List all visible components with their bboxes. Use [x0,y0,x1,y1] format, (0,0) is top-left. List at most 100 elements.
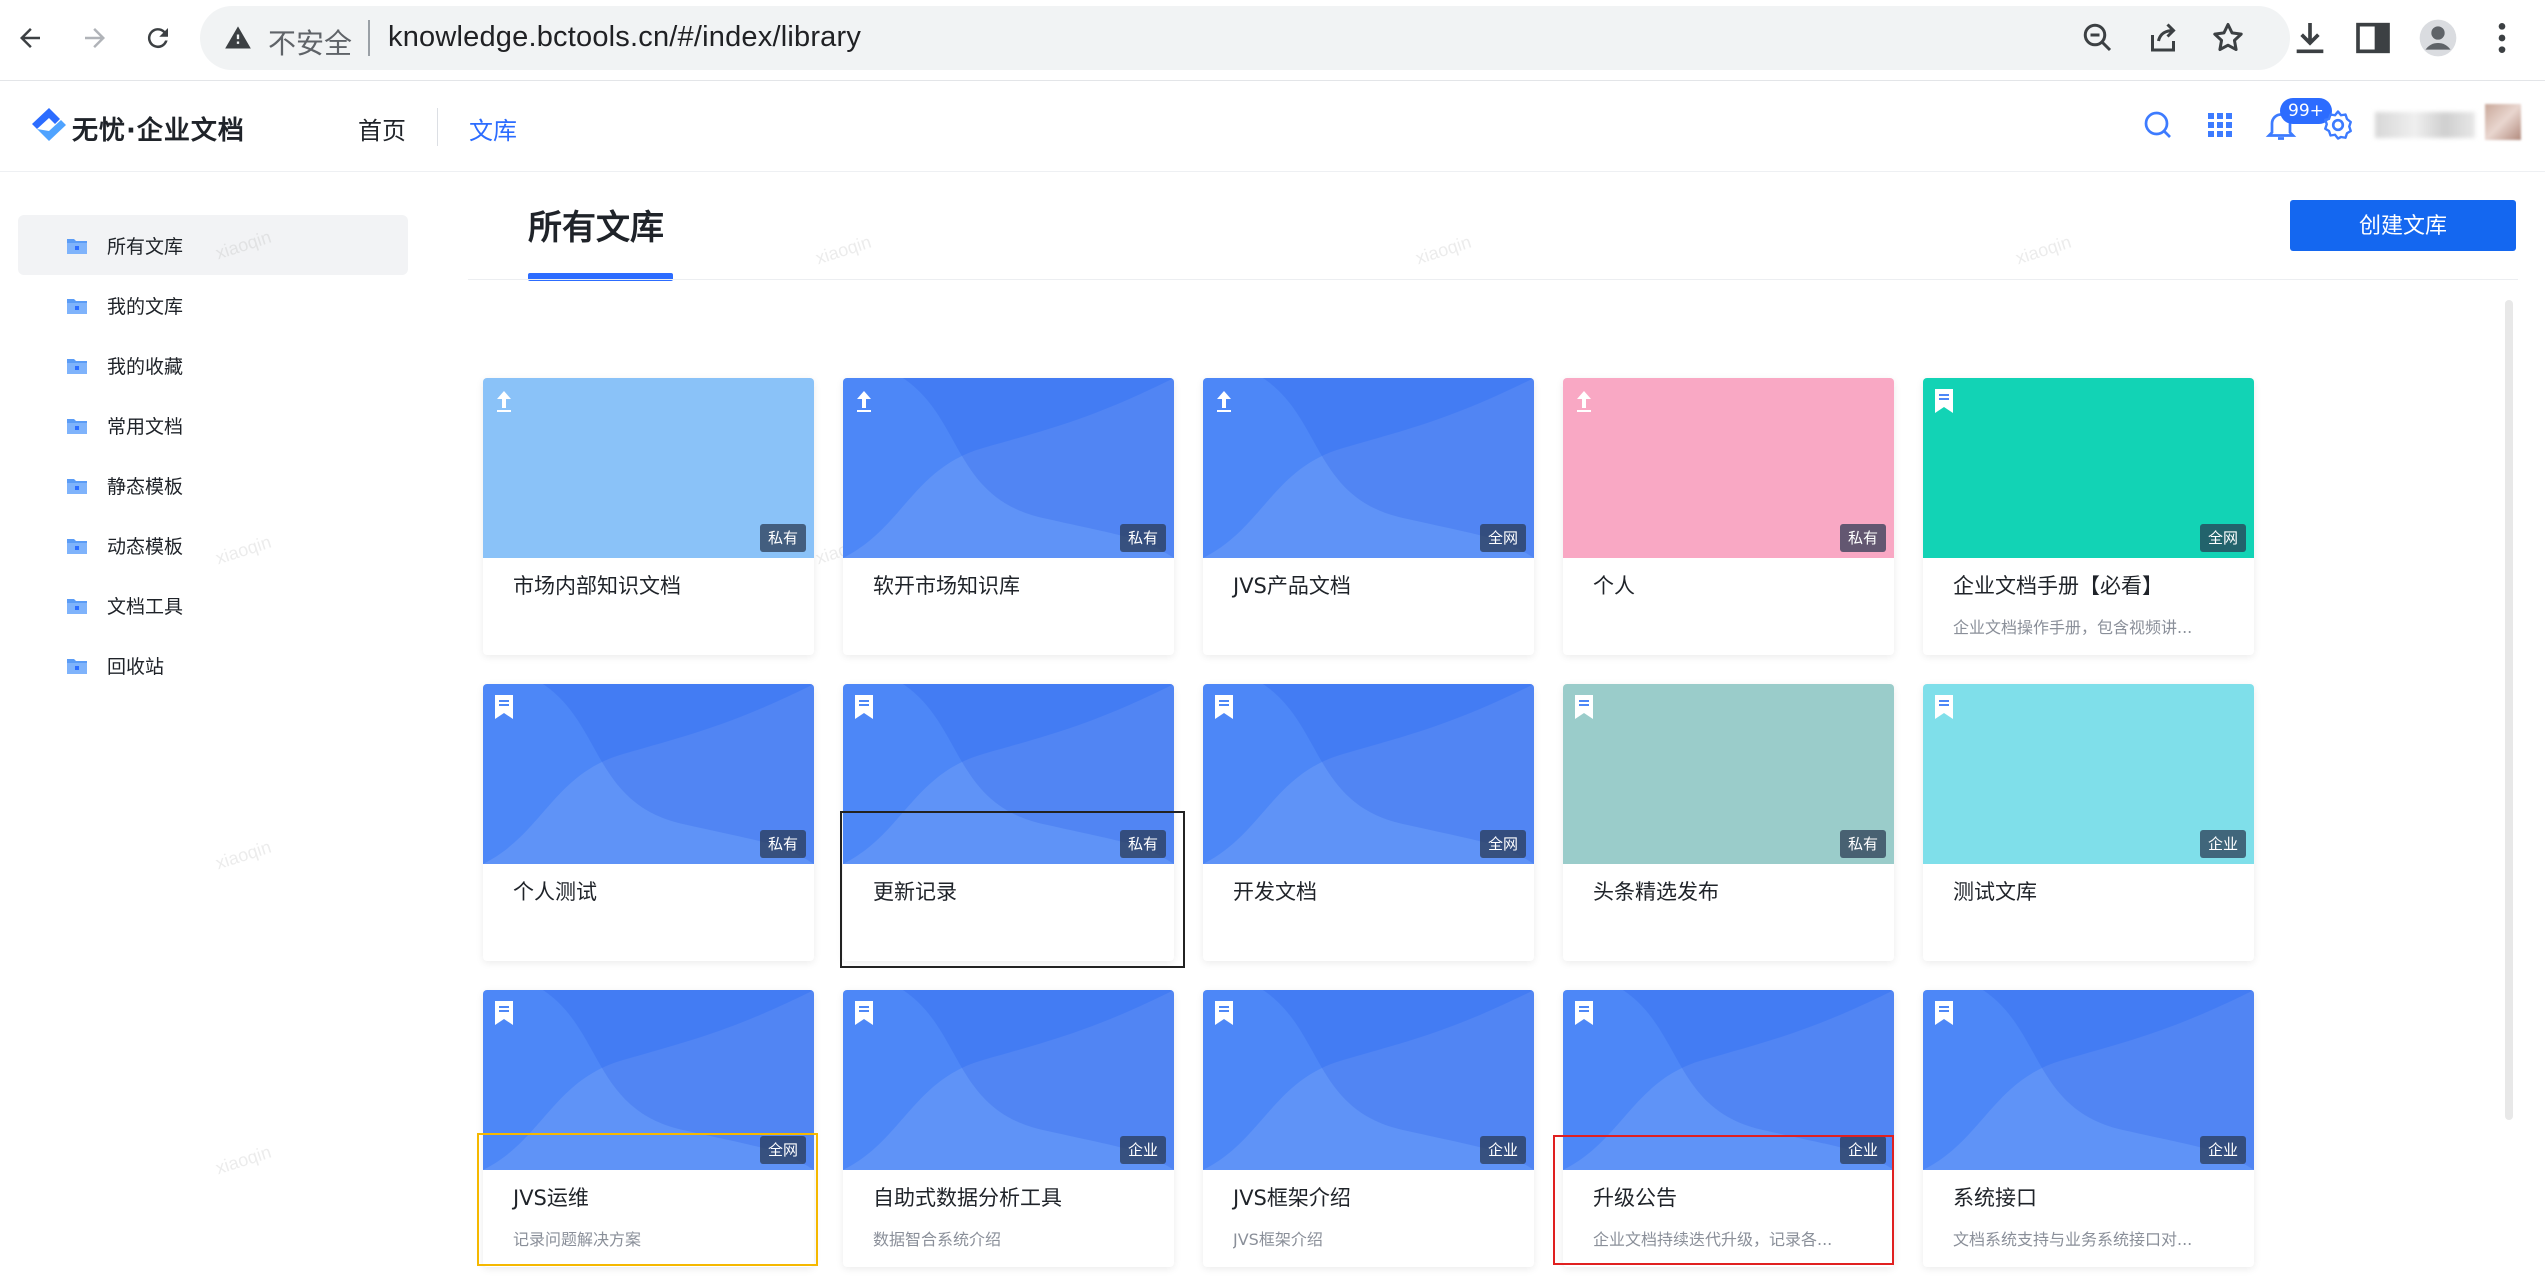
card-title[interactable]: 测试文库 [1953,876,2037,906]
library-card[interactable]: 企业 系统接口 文档系统支持与业务系统接口对... [1923,990,2254,1267]
bookmark-icon [1935,1001,1953,1025]
scope-badge: 全网 [759,1136,806,1164]
card-title[interactable]: 系统接口 [1953,1182,2037,1212]
logo-icon[interactable] [28,104,70,146]
card-cover[interactable]: 私有 [1563,378,1894,558]
card-title[interactable]: 开发文档 [1233,876,1317,906]
card-cover[interactable]: 企业 [1923,684,2254,864]
side-panel-icon[interactable] [2353,18,2393,58]
scrollbar[interactable] [2505,300,2513,1120]
card-title[interactable]: 更新记录 [873,876,957,906]
card-cover[interactable]: 企业 [1203,990,1534,1170]
folder-icon [67,599,87,614]
search-icon[interactable] [2140,107,2176,143]
sidebar-item[interactable]: 文档工具 [18,575,408,635]
library-card[interactable]: 企业 升级公告 企业文档持续迭代升级，记录各... [1563,990,1894,1267]
card-title[interactable]: 头条精选发布 [1593,876,1719,906]
card-description: 数据智合系统介绍 [873,1230,1002,1249]
card-cover[interactable]: 私有 [843,684,1174,864]
library-card[interactable]: 全网 JVS产品文档 [1203,378,1534,655]
card-title[interactable]: 自助式数据分析工具 [873,1182,1062,1212]
user-name[interactable] [2375,112,2475,138]
card-title[interactable]: 个人测试 [513,876,597,906]
reload-icon[interactable] [138,18,178,58]
watermark-text: xiaoqin [213,836,274,874]
card-cover[interactable]: 全网 [1923,378,2254,558]
card-title[interactable]: 软开市场知识库 [873,570,1020,600]
bookmark-icon [1935,389,1953,413]
download-icon[interactable] [2290,18,2330,58]
card-cover[interactable]: 私有 [483,378,814,558]
sidebar-item[interactable]: 我的文库 [18,275,408,335]
library-card[interactable]: 全网开发文档 [1203,684,1534,961]
sidebar-item[interactable]: 动态模板 [18,515,408,575]
card-cover[interactable]: 全网 [1203,378,1534,558]
library-card[interactable]: 私有软开市场知识库 [843,378,1174,655]
sidebar: 所有文库 我的文库 我的收藏 常用文档 静态模板 动态模板 文档工具 回收站 [18,215,408,695]
card-title[interactable]: 市场内部知识文档 [513,570,681,600]
share-icon[interactable] [2145,20,2181,56]
card-cover[interactable]: 企业 [1563,990,1894,1170]
card-cover[interactable]: 私有 [483,684,814,864]
library-card[interactable]: 全网 企业文档手册【必看】 企业文档操作手册，包含视频讲... [1923,378,2254,655]
star-icon[interactable] [2210,20,2246,56]
card-cover[interactable]: 全网 [483,990,814,1170]
url-text[interactable]: knowledge.bctools.cn/#/index/library [388,21,861,54]
divider [468,279,2518,280]
sidebar-item-label: 常用文档 [107,416,184,438]
library-card[interactable]: 全网 JVS运维记录问题解决方案 [483,990,814,1267]
sidebar-item[interactable]: 常用文档 [18,395,408,455]
profile-icon[interactable] [2418,18,2458,58]
card-cover[interactable]: 企业 [843,990,1174,1170]
pin-icon [857,391,871,412]
library-card[interactable]: 私有市场内部知识文档 [483,378,814,655]
scope-badge: 私有 [1839,524,1886,552]
bookmark-icon [1215,1001,1233,1025]
library-card[interactable]: 企业 JVS框架介绍 JVS框架介绍 [1203,990,1534,1267]
settings-icon[interactable] [2320,107,2356,143]
folder-icon [67,479,87,494]
back-icon[interactable] [10,18,50,58]
scope-badge: 企业 [1479,1136,1526,1164]
more-menu-icon[interactable] [2482,18,2522,58]
zoom-out-icon[interactable] [2080,20,2116,56]
browser-toolbar: 不安全 knowledge.bctools.cn/#/index/library [0,0,2545,81]
library-card[interactable]: 私有个人 [1563,378,1894,655]
scope-badge: 全网 [1479,524,1526,552]
pin-icon [497,391,511,412]
card-cover[interactable]: 私有 [1563,684,1894,864]
watermark-text: xiaoqin [213,1141,274,1179]
folder-icon [67,239,87,254]
sidebar-item-label: 静态模板 [107,476,184,498]
nav-library[interactable]: 文库 [469,111,517,146]
library-card[interactable]: 企业测试文库 [1923,684,2254,961]
card-description: 记录问题解决方案 [513,1230,642,1249]
bookmark-icon [1935,695,1953,719]
avatar[interactable] [2485,104,2521,140]
library-card[interactable]: 私有头条精选发布 [1563,684,1894,961]
bookmark-icon [495,695,513,719]
apps-grid-icon[interactable] [2202,107,2238,143]
sidebar-item[interactable]: 静态模板 [18,455,408,515]
address-bar[interactable]: 不安全 knowledge.bctools.cn/#/index/library [200,6,2290,70]
library-card[interactable]: 私有个人测试 [483,684,814,961]
library-card[interactable]: 私有更新记录 [843,684,1174,961]
card-title[interactable]: 企业文档手册【必看】 [1953,570,2163,600]
card-title[interactable]: JVS框架介绍 [1233,1182,1351,1212]
scope-badge: 私有 [759,830,806,858]
sidebar-item[interactable]: 回收站 [18,635,408,695]
card-cover[interactable]: 企业 [1923,990,2254,1170]
card-cover[interactable]: 私有 [843,378,1174,558]
warning-icon[interactable] [224,24,252,52]
nav-home[interactable]: 首页 [358,111,406,146]
create-library-button[interactable]: 创建文库 [2290,200,2516,251]
card-title[interactable]: 个人 [1593,570,1635,600]
sidebar-item[interactable]: 我的收藏 [18,335,408,395]
card-title[interactable]: JVS运维 [513,1182,589,1212]
card-title[interactable]: 升级公告 [1593,1182,1677,1212]
card-cover[interactable]: 全网 [1203,684,1534,864]
forward-icon[interactable] [75,18,115,58]
scope-badge: 私有 [1119,830,1166,858]
library-card[interactable]: 企业自助式数据分析工具数据智合系统介绍 [843,990,1174,1267]
card-title[interactable]: JVS产品文档 [1233,570,1351,600]
